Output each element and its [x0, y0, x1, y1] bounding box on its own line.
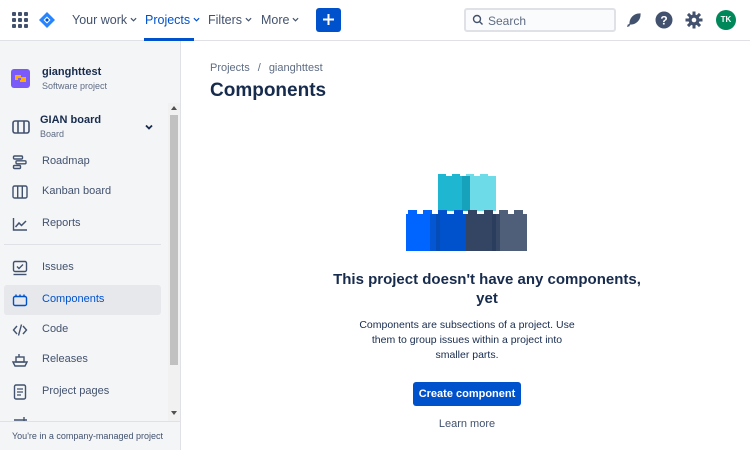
- sidebar-item-project-pages[interactable]: Project pages: [4, 377, 161, 407]
- project-name: gianghttest: [42, 66, 102, 78]
- svg-text:?: ?: [660, 14, 667, 28]
- sidebar-item-code[interactable]: Code: [4, 315, 161, 345]
- jira-logo-icon[interactable]: [38, 11, 56, 29]
- sidebar-footer: You're in a company-managed project: [0, 421, 180, 450]
- nav-more[interactable]: More: [261, 0, 300, 40]
- nav-your-work-label: Your work: [72, 13, 128, 27]
- sidebar-item-label: Issues: [42, 261, 74, 273]
- project-type: Software project: [42, 81, 108, 91]
- sidebar-divider: [4, 244, 161, 245]
- board-type: Board: [40, 129, 65, 139]
- roadmap-icon: [12, 155, 27, 170]
- empty-state-description: Components are subsections of a project.…: [359, 319, 575, 361]
- components-blocks-illustration: [406, 174, 527, 251]
- nav-more-label: More: [261, 13, 290, 27]
- sidebar-item-label: Reports: [42, 217, 81, 229]
- plus-icon: [323, 14, 334, 25]
- nav-projects-label: Projects: [145, 13, 191, 27]
- create-component-button[interactable]: Create component: [413, 382, 521, 406]
- chevron-down-icon: [130, 17, 137, 22]
- scroll-down-arrow-icon[interactable]: [171, 411, 177, 415]
- nav-filters-label: Filters: [208, 13, 243, 27]
- breadcrumb: Projects / gianghttest: [210, 62, 323, 74]
- sidebar-item-issues[interactable]: Issues: [4, 253, 161, 283]
- page-title: Components: [210, 80, 327, 101]
- sidebar-scrollbar[interactable]: [168, 103, 180, 421]
- search-box[interactable]: [464, 8, 616, 32]
- pages-icon: [13, 384, 27, 400]
- chevron-down-icon: [292, 17, 300, 22]
- sidebar: gianghttest Software project GIAN board …: [0, 41, 181, 450]
- search-icon: [472, 14, 483, 25]
- sidebar-item-add-shortcut[interactable]: [4, 409, 161, 421]
- sidebar-item-label: Kanban board: [42, 185, 112, 197]
- board-switcher[interactable]: GIAN board Board: [0, 111, 168, 143]
- sidebar-item-reports[interactable]: Reports: [4, 209, 161, 239]
- sidebar-item-components[interactable]: Components: [4, 285, 161, 315]
- sidebar-item-label: Components: [42, 293, 105, 305]
- app-switcher-icon[interactable]: [12, 12, 28, 28]
- sidebar-item-kanban-board[interactable]: Kanban board: [4, 177, 161, 207]
- reports-icon: [12, 218, 27, 231]
- sidebar-item-roadmap[interactable]: Roadmap: [4, 147, 161, 177]
- board-icon: [12, 120, 30, 134]
- sidebar-item-label: Releases: [42, 353, 88, 365]
- breadcrumb-separator: /: [257, 62, 261, 74]
- user-avatar[interactable]: TK: [716, 10, 736, 30]
- breadcrumb-project[interactable]: gianghttest: [269, 62, 323, 74]
- notifications-icon[interactable]: [624, 10, 644, 30]
- create-button[interactable]: [316, 8, 341, 32]
- help-icon[interactable]: ?: [654, 10, 674, 30]
- search-input[interactable]: [488, 11, 608, 30]
- sidebar-item-label: Project pages: [42, 385, 110, 397]
- chevron-down-icon: [145, 124, 153, 130]
- nav-projects[interactable]: Projects: [145, 0, 200, 40]
- empty-state-title: This project doesn't have any components…: [333, 271, 641, 307]
- nav-filters[interactable]: Filters: [208, 0, 252, 40]
- chevron-down-icon: [245, 17, 252, 22]
- project-type-note: You're in a company-managed project: [12, 431, 163, 441]
- project-avatar-icon: [11, 69, 30, 88]
- components-icon: [12, 294, 28, 307]
- scroll-up-arrow-icon[interactable]: [171, 106, 177, 110]
- chevron-down-icon: [193, 17, 200, 22]
- scroll-thumb[interactable]: [170, 115, 178, 365]
- settings-gear-icon[interactable]: [684, 10, 704, 30]
- sidebar-item-label: Roadmap: [42, 155, 90, 167]
- project-header[interactable]: gianghttest Software project: [0, 41, 168, 101]
- board-name: GIAN board: [40, 114, 102, 126]
- kanban-icon: [12, 185, 28, 199]
- learn-more-link[interactable]: Learn more: [413, 418, 521, 430]
- issues-icon: [12, 260, 28, 276]
- nav-your-work[interactable]: Your work: [72, 0, 137, 40]
- sidebar-item-label: Code: [42, 323, 69, 335]
- releases-icon: [12, 354, 28, 367]
- code-icon: [12, 324, 28, 336]
- sidebar-item-releases[interactable]: Releases: [4, 345, 161, 375]
- breadcrumb-projects[interactable]: Projects: [210, 62, 250, 74]
- top-navigation: Your work Projects Filters More ?: [0, 0, 750, 41]
